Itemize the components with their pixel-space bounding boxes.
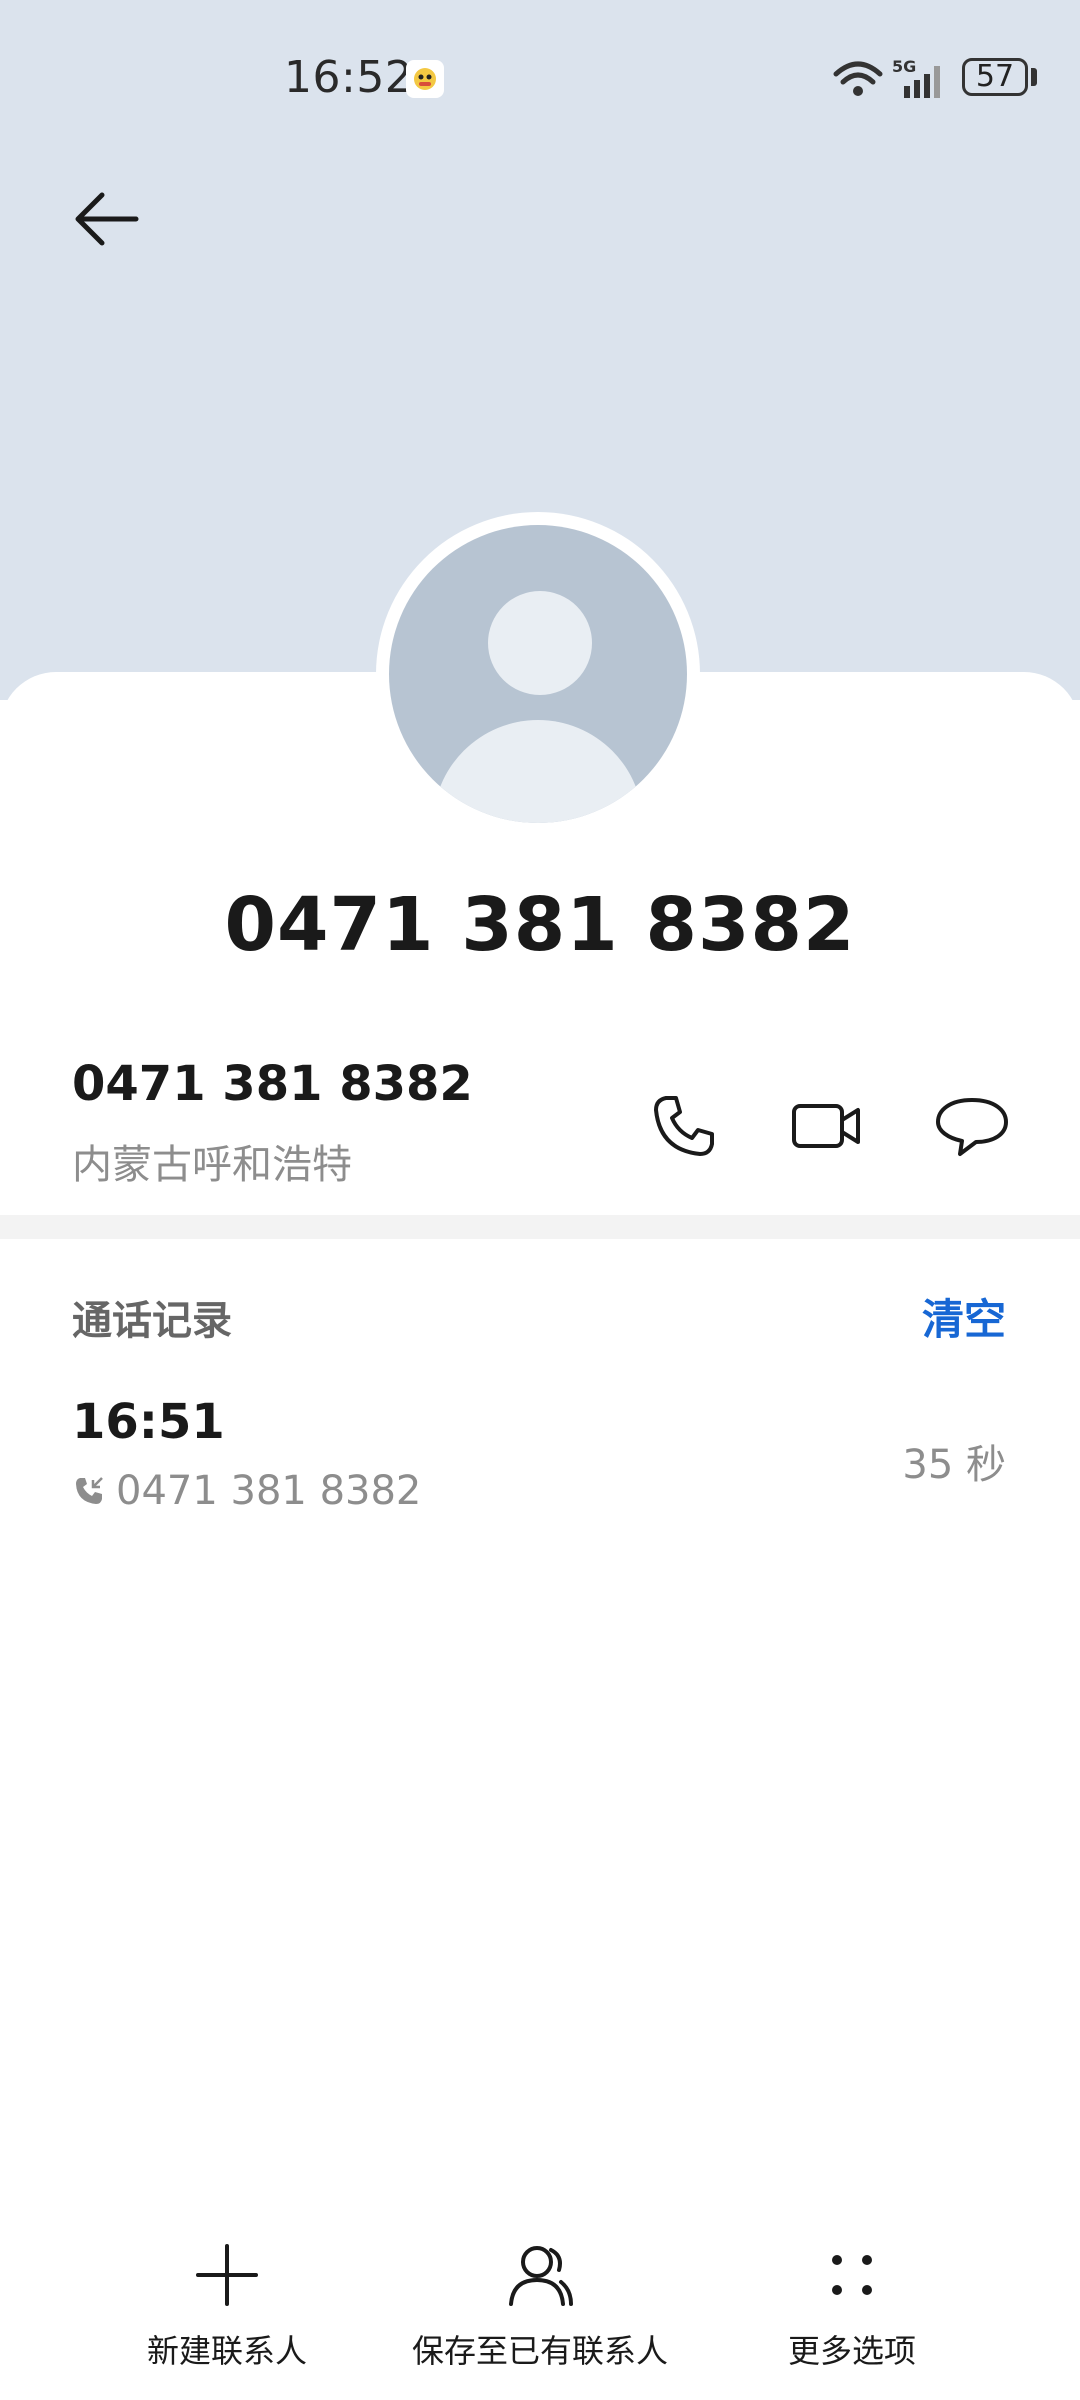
call-time: 16:51	[72, 1394, 225, 1450]
call-log-item[interactable]: 16:51 0471 381 8382 35 秒	[0, 1380, 1080, 1530]
avatar[interactable]	[389, 525, 687, 823]
save-to-existing-contact-label: 保存至已有联系人	[411, 2332, 668, 2370]
plus-icon	[196, 2244, 258, 2306]
call-button[interactable]	[644, 1086, 724, 1166]
notification-app-icon	[406, 60, 444, 98]
number-row[interactable]: 0471 381 8382 内蒙古呼和浩特	[0, 1050, 1080, 1200]
message-icon	[936, 1098, 1008, 1156]
avatar-placeholder-head	[488, 591, 592, 695]
battery-cap	[1031, 68, 1037, 86]
video-call-icon	[792, 1104, 860, 1148]
number-location: 内蒙古呼和浩特	[72, 1142, 352, 1188]
video-call-button[interactable]	[786, 1086, 866, 1166]
avatar-placeholder-body	[433, 720, 643, 823]
more-options-label: 更多选项	[787, 2332, 916, 2370]
contact-title: 0471 381 8382	[224, 882, 856, 968]
more-options-button[interactable]: 更多选项	[772, 2240, 932, 2372]
call-number: 0471 381 8382	[116, 1468, 422, 1514]
call-duration: 35 秒	[902, 1442, 1006, 1488]
phone-number: 0471 381 8382	[72, 1056, 473, 1112]
save-to-existing-contact-button[interactable]: 保存至已有联系人	[410, 2240, 670, 2372]
new-contact-button[interactable]: 新建联系人	[147, 2240, 307, 2372]
call-log-title: 通话记录	[72, 1298, 232, 1344]
clear-call-log-button[interactable]: 清空	[922, 1286, 1006, 1347]
person-icon	[509, 2246, 573, 2306]
back-button[interactable]	[72, 184, 142, 254]
network-type-label: 5G	[892, 57, 916, 76]
battery-indicator: 57	[962, 58, 1028, 96]
message-button[interactable]	[932, 1086, 1012, 1166]
more-options-icon	[832, 2255, 872, 2295]
back-arrow-icon	[75, 192, 139, 246]
section-divider	[0, 1215, 1080, 1239]
bottom-toolbar: 新建联系人 保存至已有联系人 更多选项	[0, 2240, 1080, 2400]
incoming-call-icon	[72, 1474, 106, 1508]
status-time: 16:52	[284, 52, 414, 103]
status-indicators: 5G	[830, 56, 960, 102]
wifi-icon: 5G	[833, 57, 940, 98]
new-contact-label: 新建联系人	[147, 2332, 308, 2370]
phone-icon	[654, 1096, 714, 1156]
